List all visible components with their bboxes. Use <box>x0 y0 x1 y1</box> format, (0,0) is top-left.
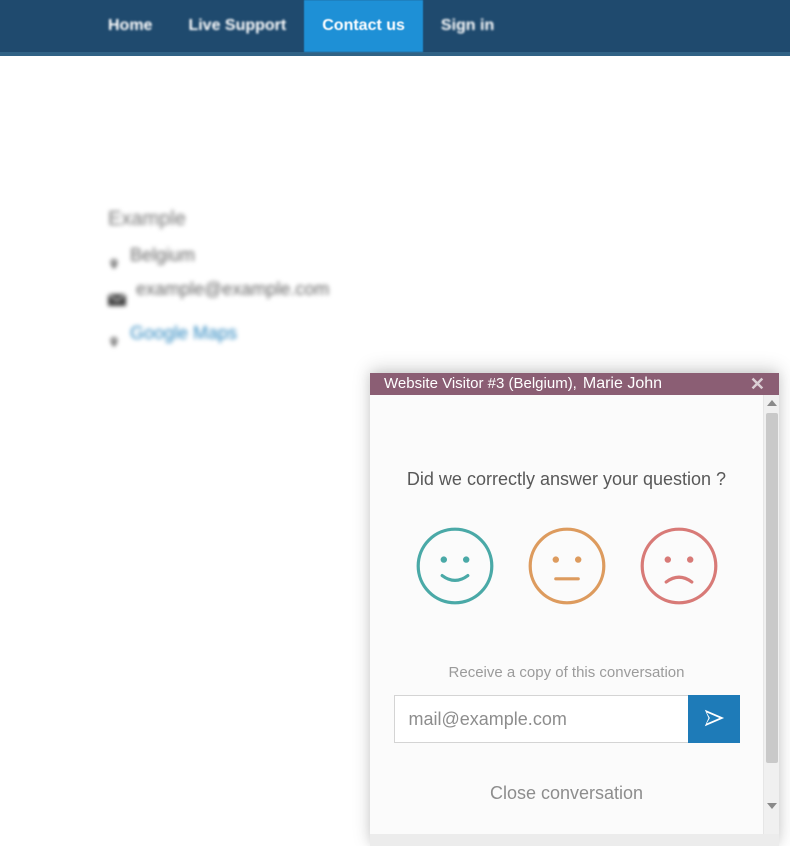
contact-card: Example Belgium example@example.com Goog… <box>108 200 329 351</box>
chat-input-area[interactable] <box>370 834 779 846</box>
face-neutral-button[interactable] <box>527 526 607 606</box>
chat-body: Did we correctly answer your question ? <box>370 395 763 834</box>
nav-contact-us[interactable]: Contact us <box>304 0 423 52</box>
nav-sign-in[interactable]: Sign in <box>423 0 512 52</box>
pin-icon <box>108 247 120 263</box>
face-sad-button[interactable] <box>639 526 719 606</box>
nav-live-support[interactable]: Live Support <box>170 0 304 52</box>
email-row <box>394 695 740 743</box>
email-input[interactable] <box>394 695 688 743</box>
paper-plane-icon <box>703 707 725 732</box>
send-email-button[interactable] <box>688 695 740 743</box>
chat-agent-name: Marie John <box>583 375 662 393</box>
copy-conversation-label: Receive a copy of this conversation <box>449 664 685 681</box>
close-conversation-link[interactable]: Close conversation <box>490 783 643 804</box>
contact-maps-row: Google Maps <box>108 316 329 350</box>
chat-header: Website Visitor #3 (Belgium), Marie John… <box>370 373 779 395</box>
chat-widget: Website Visitor #3 (Belgium), Marie John… <box>370 373 779 846</box>
feedback-faces <box>415 526 719 606</box>
scroll-down-icon[interactable] <box>767 803 777 809</box>
scroll-thumb[interactable] <box>766 413 778 763</box>
scroll-up-icon[interactable] <box>767 400 777 406</box>
top-nav: Home Live Support Contact us Sign in <box>0 0 790 56</box>
chat-scrollbar[interactable] <box>763 395 779 834</box>
contact-location-row: Belgium <box>108 238 329 272</box>
chat-visitor-label: Website Visitor #3 (Belgium), <box>384 375 577 392</box>
mail-icon <box>108 283 126 295</box>
contact-title: Example <box>108 200 329 238</box>
google-maps-link[interactable]: Google Maps <box>130 316 237 350</box>
close-icon[interactable]: ✕ <box>750 374 765 395</box>
contact-email: example@example.com <box>136 272 329 306</box>
nav-home[interactable]: Home <box>90 0 170 52</box>
feedback-question: Did we correctly answer your question ? <box>407 469 726 490</box>
contact-email-row: example@example.com <box>108 272 329 306</box>
contact-location: Belgium <box>130 238 195 272</box>
face-happy-button[interactable] <box>415 526 495 606</box>
chat-body-wrap: Did we correctly answer your question ? <box>370 395 779 834</box>
pin-icon <box>108 325 120 341</box>
